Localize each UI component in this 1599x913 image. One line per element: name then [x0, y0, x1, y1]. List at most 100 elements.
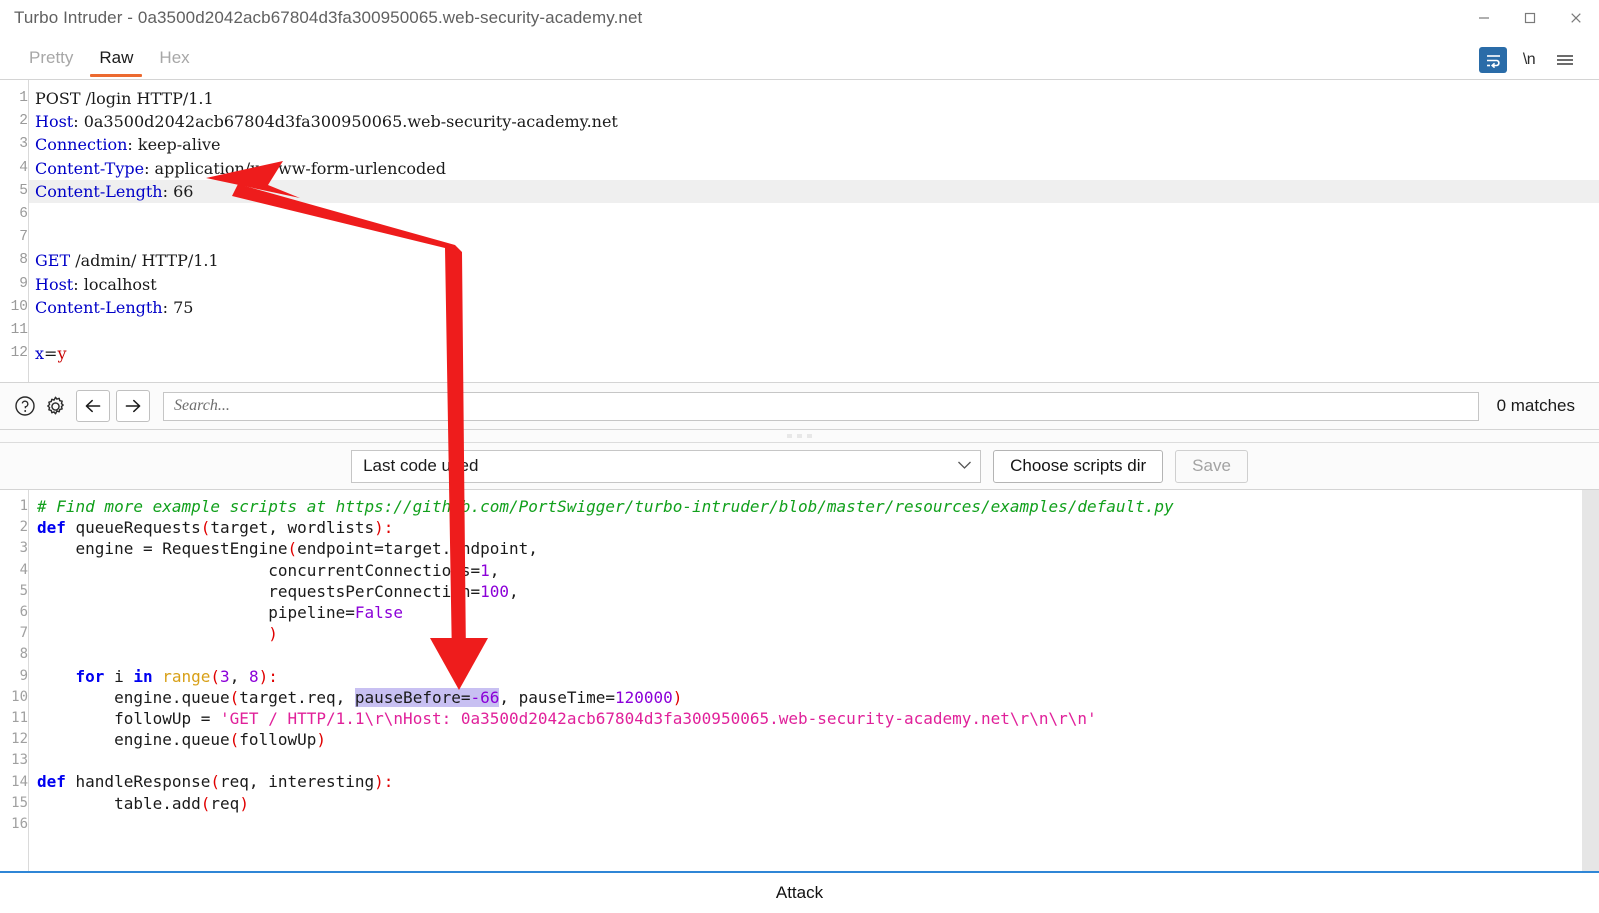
code-vertical-scrollbar[interactable]: [1582, 490, 1599, 871]
tab-hex[interactable]: Hex: [146, 36, 202, 79]
request-line: GET /admin/ HTTP/1.1: [35, 249, 1599, 272]
code-line-number: 12: [0, 729, 28, 750]
request-line: Content-Type: application/x-www-form-url…: [35, 157, 1599, 180]
header-value: : application/x-www-form-urlencoded: [144, 159, 446, 178]
save-button[interactable]: Save: [1175, 450, 1248, 483]
code-token: False: [355, 603, 403, 622]
script-select[interactable]: Last code used: [351, 450, 981, 483]
code-text[interactable]: # Find more example scripts at https://g…: [29, 490, 1582, 871]
maximize-button[interactable]: [1507, 0, 1553, 36]
header-name: Content-Type: [35, 159, 144, 178]
code-token: endpoint=target.endpoint,: [297, 539, 538, 558]
code-token: (: [201, 518, 211, 537]
code-line-number: 13: [0, 750, 28, 771]
chevron-down-icon: [957, 459, 972, 473]
code-line: def queueRequests(target, wordlists):: [37, 517, 1582, 538]
request-line-number: 6: [0, 203, 28, 226]
code-token: req: [210, 794, 239, 813]
code-token: (: [287, 539, 297, 558]
code-line-number: 2: [0, 517, 28, 538]
code-line-number: 7: [0, 623, 28, 644]
request-line: Host: 0a3500d2042acb67804d3fa300950065.w…: [35, 110, 1599, 133]
code-token: def: [37, 518, 76, 537]
code-token: queueRequests: [76, 518, 201, 537]
tab-label: Pretty: [29, 48, 73, 68]
code-token: concurrentConnections=: [37, 561, 480, 580]
code-token: (: [210, 667, 220, 686]
code-line-number: 11: [0, 708, 28, 729]
request-text[interactable]: POST /login HTTP/1.1Host: 0a3500d2042acb…: [29, 80, 1599, 382]
code-token: handleResponse: [76, 772, 211, 791]
tab-raw[interactable]: Raw: [86, 36, 146, 79]
splitter-grip-icon: [787, 434, 812, 438]
tab-pretty[interactable]: Pretty: [16, 36, 86, 79]
code-token: range: [162, 667, 210, 686]
code-token: target.req,: [239, 688, 355, 707]
request-line-number: 9: [0, 273, 28, 296]
code-token: followUp: [239, 730, 316, 749]
code-token: (: [230, 730, 240, 749]
code-token: req, interesting: [220, 772, 374, 791]
code-line: followUp = 'GET / HTTP/1.1\r\nHost: 0a35…: [37, 708, 1582, 729]
request-line: [35, 319, 1599, 342]
gear-icon[interactable]: [40, 391, 70, 421]
code-token: , pauseTime=: [499, 688, 615, 707]
request-line-number: 2: [0, 110, 28, 133]
request-line-number: 12: [0, 342, 28, 365]
search-forward-button[interactable]: [116, 390, 150, 422]
code-line-number: 8: [0, 644, 28, 665]
header-value: : 66: [163, 182, 194, 201]
request-line-number: 7: [0, 226, 28, 249]
search-matches-count: 0 matches: [1479, 396, 1589, 416]
hamburger-menu-icon[interactable]: [1551, 47, 1579, 73]
request-line: [35, 226, 1599, 249]
turbo-intruder-window: Turbo Intruder - 0a3500d2042acb67804d3fa…: [0, 0, 1599, 913]
pane-splitter[interactable]: [0, 430, 1599, 443]
code-token: ,: [490, 561, 500, 580]
python-code-editor[interactable]: 12345678910111213141516 # Find more exam…: [0, 490, 1599, 871]
code-line: def handleResponse(req, interesting):: [37, 771, 1582, 792]
body-param-name: x: [35, 344, 44, 363]
code-token: followUp =: [37, 709, 220, 728]
code-token: requestsPerConnection=: [37, 582, 480, 601]
choose-scripts-dir-button[interactable]: Choose scripts dir: [993, 450, 1163, 483]
code-line: requestsPerConnection=100,: [37, 581, 1582, 602]
code-token: 120000: [615, 688, 673, 707]
code-token: engine = RequestEngine: [37, 539, 287, 558]
code-token: ): [316, 730, 326, 749]
minimize-button[interactable]: [1461, 0, 1507, 36]
code-token: (: [230, 688, 240, 707]
search-input[interactable]: [163, 392, 1479, 421]
code-line-numbers: 12345678910111213141516: [0, 490, 29, 871]
code-token: 1: [480, 561, 490, 580]
header-name: Connection: [35, 135, 127, 154]
show-newlines-icon[interactable]: \n: [1515, 47, 1543, 73]
close-button[interactable]: [1553, 0, 1599, 36]
help-icon[interactable]: [10, 391, 40, 421]
code-token: def: [37, 772, 76, 791]
code-token: in: [133, 667, 162, 686]
request-line: Content-Length: 75: [35, 296, 1599, 319]
code-token: ):: [374, 772, 393, 791]
code-line-number: 9: [0, 666, 28, 687]
code-token: (: [210, 772, 220, 791]
code-line-number: 3: [0, 538, 28, 559]
code-token: engine.queue: [37, 730, 230, 749]
word-wrap-toggle-icon[interactable]: [1479, 47, 1507, 73]
code-line-number: 16: [0, 814, 28, 835]
search-back-button[interactable]: [76, 390, 110, 422]
attack-button[interactable]: Attack: [0, 871, 1599, 913]
code-token: i: [114, 667, 133, 686]
window-title: Turbo Intruder - 0a3500d2042acb67804d3fa…: [0, 8, 642, 28]
header-value: : 0a3500d2042acb67804d3fa300950065.web-s…: [73, 112, 618, 131]
header-value: : 75: [163, 298, 194, 317]
tab-label: Hex: [159, 48, 189, 68]
script-select-value: Last code used: [363, 456, 478, 476]
code-token: ,: [230, 667, 249, 686]
request-line-number: 5: [0, 180, 28, 203]
http-request-pane[interactable]: 123456789101112 POST /login HTTP/1.1Host…: [0, 79, 1599, 382]
code-line-number: 15: [0, 793, 28, 814]
request-line-numbers: 123456789101112: [0, 80, 29, 382]
selected-code-token: -66: [470, 688, 499, 707]
code-token: 'GET / HTTP/1.1\r\nHost: 0a3500d2042acb6…: [220, 709, 1097, 728]
